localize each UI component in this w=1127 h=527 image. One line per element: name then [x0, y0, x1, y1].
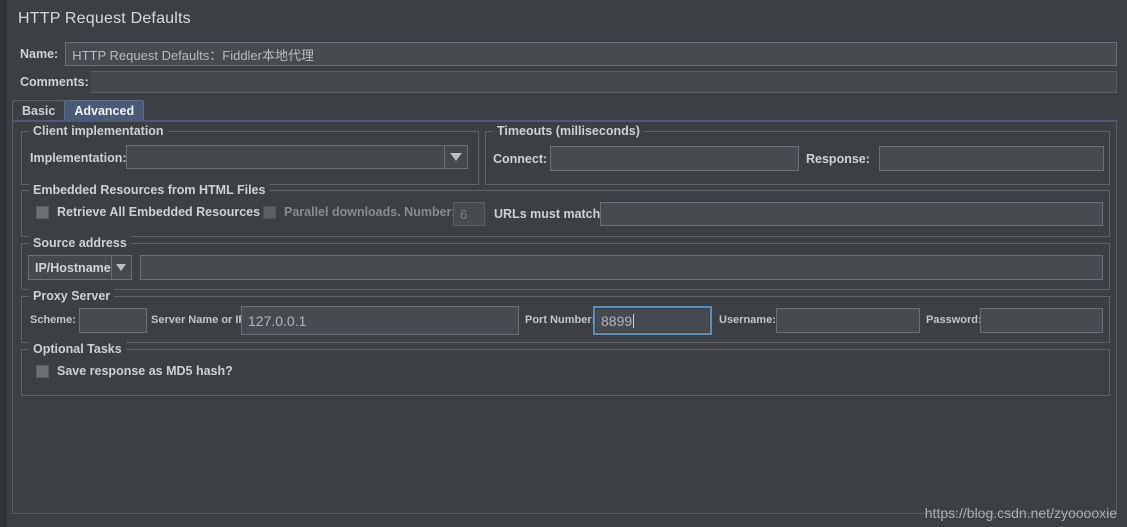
- retrieve-all-embedded-resources-label: Retrieve All Embedded Resources: [57, 205, 261, 219]
- advanced-tab-panel: Client implementation Implementation: Ti…: [12, 122, 1117, 514]
- tab-basic[interactable]: Basic: [12, 100, 66, 121]
- implementation-value: [127, 146, 444, 168]
- window-left-gutter: [0, 0, 7, 527]
- comments-label: Comments:: [20, 75, 89, 89]
- password-input[interactable]: [980, 308, 1103, 333]
- parallel-downloads-checkbox[interactable]: [263, 205, 276, 219]
- name-input[interactable]: HTTP Request Defaults：Fiddler本地代理: [65, 42, 1117, 66]
- embedded-resources-group: Embedded Resources from HTML Files Retri…: [21, 183, 1110, 237]
- client-implementation-group: Client implementation Implementation:: [21, 124, 479, 185]
- save-response-md5-checkbox-row[interactable]: Save response as MD5 hash?: [36, 364, 233, 378]
- proxy-server-legend: Proxy Server: [29, 289, 115, 303]
- source-address-group: Source address IP/Hostname: [21, 236, 1110, 290]
- optional-tasks-group: Optional Tasks Save response as MD5 hash…: [21, 342, 1110, 396]
- text-caret: [633, 313, 635, 328]
- retrieve-all-embedded-resources-checkbox[interactable]: [36, 205, 49, 219]
- implementation-combobox[interactable]: [126, 145, 468, 169]
- parallel-downloads-label: Parallel downloads. Number:: [284, 205, 456, 219]
- port-number-input[interactable]: 8899: [593, 306, 712, 335]
- http-request-defaults-window: HTTP Request Defaults Name: HTTP Request…: [0, 0, 1127, 527]
- port-number-label: Port Number:: [525, 314, 596, 326]
- connect-timeout-input[interactable]: [550, 146, 799, 171]
- client-implementation-legend: Client implementation: [29, 124, 168, 138]
- embedded-resources-legend: Embedded Resources from HTML Files: [29, 183, 270, 197]
- port-number-value: 8899: [601, 312, 633, 329]
- save-response-md5-checkbox[interactable]: [36, 364, 49, 378]
- server-name-input[interactable]: 127.0.0.1: [241, 306, 519, 335]
- comments-row: Comments:: [12, 70, 1117, 94]
- source-address-type-value: IP/Hostname: [35, 260, 111, 275]
- response-timeout-input[interactable]: [879, 146, 1104, 171]
- source-address-input[interactable]: [140, 255, 1103, 280]
- implementation-label: Implementation:: [30, 151, 127, 165]
- response-label: Response:: [806, 152, 870, 166]
- optional-tasks-legend: Optional Tasks: [29, 342, 126, 356]
- chevron-down-icon[interactable]: [444, 146, 467, 168]
- name-label: Name:: [20, 47, 59, 61]
- timeouts-group: Timeouts (milliseconds) Connect: Respons…: [485, 124, 1110, 185]
- username-label: Username:: [719, 314, 776, 326]
- urls-must-match-input[interactable]: [600, 202, 1103, 226]
- page-title: HTTP Request Defaults: [18, 10, 191, 27]
- connect-label: Connect:: [493, 152, 548, 166]
- password-label: Password:: [926, 314, 982, 326]
- source-address-type-combobox[interactable]: IP/Hostname: [28, 255, 132, 280]
- chevron-down-icon[interactable]: [110, 256, 131, 279]
- name-row: Name: HTTP Request Defaults：Fiddler本地代理: [12, 41, 1117, 67]
- comments-input[interactable]: [90, 71, 1117, 93]
- proxy-server-group: Proxy Server Scheme: Server Name or IP: …: [21, 289, 1110, 343]
- parallel-downloads-checkbox-row[interactable]: Parallel downloads. Number:: [263, 205, 456, 219]
- retrieve-all-embedded-resources-checkbox-row[interactable]: Retrieve All Embedded Resources: [36, 205, 260, 219]
- tab-bar: Basic Advanced: [12, 99, 1117, 121]
- save-response-md5-label: Save response as MD5 hash?: [57, 364, 233, 378]
- server-name-label: Server Name or IP:: [151, 314, 250, 326]
- username-input[interactable]: [776, 308, 920, 333]
- timeouts-legend: Timeouts (milliseconds): [493, 124, 644, 138]
- urls-must-match-label: URLs must match:: [494, 207, 605, 221]
- scheme-input[interactable]: [79, 308, 147, 333]
- source-address-legend: Source address: [29, 236, 131, 250]
- watermark-text: https://blog.csdn.net/zyooooxie: [924, 505, 1117, 521]
- parallel-downloads-number-input[interactable]: 6: [453, 202, 485, 226]
- scheme-label: Scheme:: [30, 314, 76, 326]
- tab-advanced[interactable]: Advanced: [64, 100, 145, 121]
